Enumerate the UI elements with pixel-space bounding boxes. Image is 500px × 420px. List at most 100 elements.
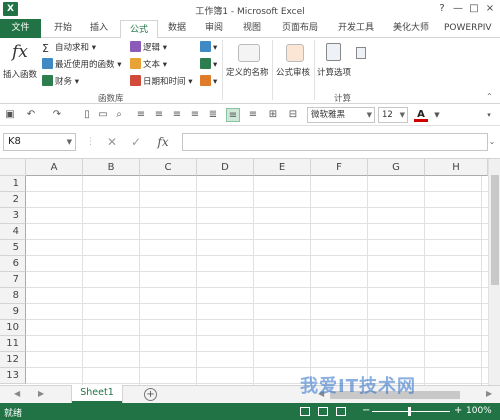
align-left-icon[interactable]: ≡ bbox=[134, 108, 148, 122]
help-button[interactable]: ? bbox=[436, 2, 448, 16]
formula-bar: K8 ▼ ⋮ ✕ ✓ fx ⌄ bbox=[0, 126, 500, 159]
align-right-icon[interactable]: ≡ bbox=[170, 108, 184, 122]
calc-now-icon[interactable] bbox=[356, 47, 366, 59]
save-icon[interactable]: ▣ bbox=[3, 108, 17, 122]
vertical-scrollbar[interactable] bbox=[488, 159, 500, 385]
indent-icon[interactable]: ⊞ bbox=[266, 108, 280, 122]
row-header[interactable]: 13 bbox=[0, 368, 26, 384]
row-header[interactable]: 11 bbox=[0, 336, 26, 352]
new-file-icon[interactable]: ▯ bbox=[80, 108, 94, 122]
column-header[interactable]: D bbox=[197, 159, 254, 176]
row-header[interactable]: 4 bbox=[0, 224, 26, 240]
font-color-dropdown-icon[interactable]: ▼ bbox=[430, 108, 444, 122]
tab-formulas[interactable]: 公式 bbox=[120, 20, 158, 39]
financial-button[interactable]: 财务 ▾ bbox=[42, 75, 79, 87]
tab-insert[interactable]: 插入 bbox=[82, 19, 116, 38]
undo-icon[interactable]: ↶ bbox=[24, 108, 38, 122]
recent-functions-button[interactable]: 最近使用的函数 ▾ bbox=[42, 58, 121, 70]
row-header[interactable]: 2 bbox=[0, 192, 26, 208]
star-icon bbox=[42, 58, 53, 69]
insert-function-button[interactable]: 插入函数 bbox=[3, 68, 37, 80]
normal-view-icon[interactable] bbox=[300, 407, 310, 416]
tab-developer[interactable]: 开发工具 bbox=[332, 19, 380, 38]
align-bottom-icon[interactable]: ≡ bbox=[246, 108, 260, 122]
tab-review[interactable]: 审阅 bbox=[197, 19, 231, 38]
column-header[interactable]: B bbox=[83, 159, 140, 176]
redo-icon[interactable]: ↷ bbox=[50, 108, 64, 122]
column-header[interactable]: G bbox=[368, 159, 425, 176]
scroll-right-icon[interactable]: ▶ bbox=[486, 389, 492, 398]
column-header[interactable]: C bbox=[140, 159, 197, 176]
math-button[interactable]: ▾ bbox=[200, 58, 217, 70]
zoom-out-button[interactable]: − bbox=[362, 405, 370, 416]
wrap-text-icon[interactable]: ≣ bbox=[206, 108, 220, 122]
collapse-ribbon-icon[interactable]: ⌃ bbox=[486, 92, 493, 101]
row-header[interactable]: 8 bbox=[0, 288, 26, 304]
print-preview-icon[interactable]: ⌕ bbox=[112, 108, 126, 122]
merge-icon[interactable]: ⊟ bbox=[286, 108, 300, 122]
zoom-in-button[interactable]: + bbox=[454, 405, 462, 416]
prev-sheet-icon[interactable]: ◀ bbox=[14, 389, 20, 398]
zoom-level[interactable]: 100% bbox=[466, 406, 492, 416]
formula-input[interactable] bbox=[182, 133, 488, 151]
lookup-icon bbox=[200, 41, 211, 52]
column-header[interactable]: E bbox=[254, 159, 311, 176]
lookup-button[interactable]: ▾ bbox=[200, 41, 217, 53]
font-size-value: 12 bbox=[382, 110, 393, 120]
tab-page-layout[interactable]: 页面布局 bbox=[276, 19, 324, 38]
text-button[interactable]: 文本 ▾ bbox=[130, 58, 167, 70]
font-name-select[interactable]: 微软雅黑 ▼ bbox=[307, 107, 375, 123]
formula-auditing-button[interactable]: 公式审核 bbox=[276, 66, 310, 78]
tab-beautify[interactable]: 美化大师 bbox=[386, 19, 436, 38]
row-header[interactable]: 3 bbox=[0, 208, 26, 224]
tab-home[interactable]: 开始 bbox=[46, 19, 80, 38]
align-top-icon[interactable]: ≡ bbox=[188, 108, 202, 122]
tab-data[interactable]: 数据 bbox=[160, 19, 194, 38]
row-header[interactable]: 9 bbox=[0, 304, 26, 320]
expand-formula-bar-icon[interactable]: ⌄ bbox=[486, 133, 498, 151]
close-button[interactable]: × bbox=[484, 2, 496, 16]
sheet-tab-active[interactable]: Sheet1 bbox=[72, 385, 122, 403]
zoom-slider[interactable] bbox=[372, 411, 450, 412]
cell-area[interactable] bbox=[26, 176, 488, 385]
cancel-icon[interactable]: ✕ bbox=[104, 133, 120, 151]
column-header[interactable]: A bbox=[26, 159, 83, 176]
open-icon[interactable]: ▭ bbox=[96, 108, 110, 122]
column-header[interactable]: F bbox=[311, 159, 368, 176]
add-sheet-button[interactable]: + bbox=[144, 388, 157, 401]
align-middle-icon[interactable]: ≡ bbox=[226, 108, 240, 122]
align-center-icon[interactable]: ≡ bbox=[152, 108, 166, 122]
row-header[interactable]: 12 bbox=[0, 352, 26, 368]
more-functions-button[interactable]: ▾ bbox=[200, 75, 217, 87]
row-header[interactable]: 6 bbox=[0, 256, 26, 272]
name-box[interactable]: K8 ▼ bbox=[3, 133, 76, 151]
page-layout-view-icon[interactable] bbox=[318, 407, 328, 416]
row-header[interactable]: 10 bbox=[0, 320, 26, 336]
logical-button[interactable]: 逻辑 ▾ bbox=[130, 41, 167, 53]
enter-icon[interactable]: ✓ bbox=[128, 133, 144, 151]
font-size-select[interactable]: 12 ▼ bbox=[378, 107, 408, 123]
row-header[interactable]: 1 bbox=[0, 176, 26, 192]
datetime-button[interactable]: 日期和时间 ▾ bbox=[130, 75, 192, 87]
next-sheet-icon[interactable]: ▶ bbox=[38, 389, 44, 398]
calculation-options-button[interactable]: 计算选项 bbox=[317, 66, 351, 78]
insert-function-icon[interactable]: fx bbox=[12, 42, 28, 62]
financial-icon bbox=[42, 75, 53, 86]
insert-function-fx-icon[interactable]: fx bbox=[152, 133, 174, 151]
tab-powerpivot[interactable]: POWERPIV bbox=[444, 19, 500, 38]
tab-file[interactable]: 文件 bbox=[0, 19, 41, 38]
vertical-scroll-thumb[interactable] bbox=[491, 175, 499, 285]
minimize-button[interactable]: — bbox=[452, 2, 464, 16]
row-header[interactable]: 5 bbox=[0, 240, 26, 256]
font-color-icon[interactable]: A bbox=[414, 108, 428, 122]
row-header[interactable]: 7 bbox=[0, 272, 26, 288]
select-all-corner[interactable] bbox=[0, 159, 26, 176]
page-break-view-icon[interactable] bbox=[336, 407, 346, 416]
maximize-button[interactable]: □ bbox=[468, 2, 480, 16]
defined-names-button[interactable]: 定义的名称 bbox=[226, 66, 269, 78]
autosum-button[interactable]: Σ 自动求和 ▾ bbox=[42, 41, 96, 54]
zoom-slider-knob[interactable] bbox=[408, 407, 411, 416]
tab-view[interactable]: 视图 bbox=[235, 19, 269, 38]
column-header[interactable]: H bbox=[425, 159, 488, 176]
toolbar-overflow-icon[interactable]: ▾ bbox=[482, 108, 496, 122]
